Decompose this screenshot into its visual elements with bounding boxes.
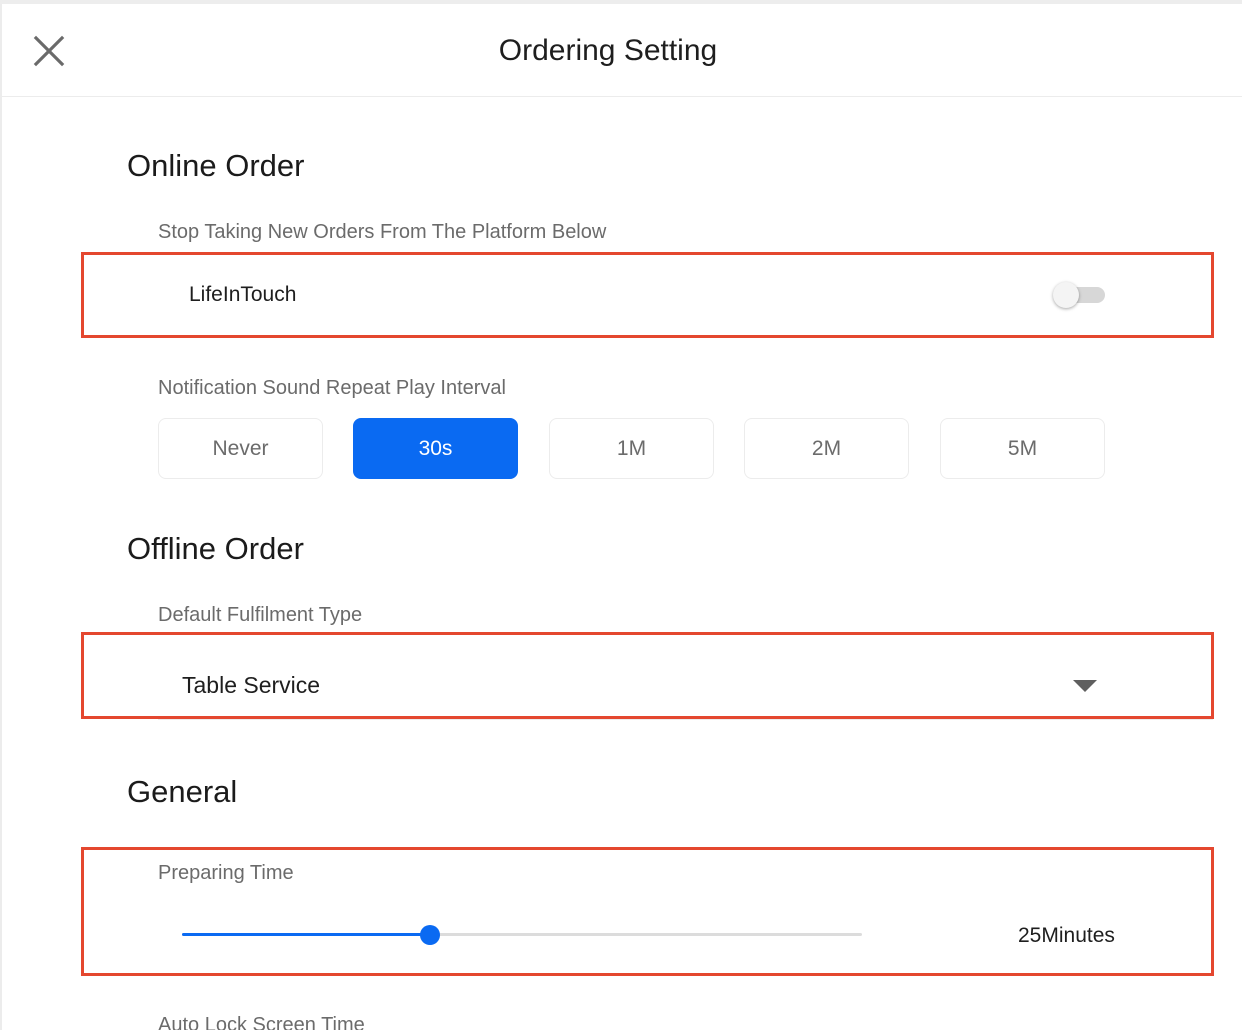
- auto-lock-label: Auto Lock Screen Time: [158, 1014, 365, 1030]
- header-bar: Ordering Setting: [2, 4, 1242, 97]
- toggle-knob: [1053, 282, 1079, 308]
- slider-fill: [182, 933, 430, 936]
- platform-toggle[interactable]: [1053, 282, 1105, 308]
- interval-option-2m[interactable]: 2M: [744, 418, 909, 479]
- platform-name: LifeInTouch: [189, 283, 297, 306]
- preparing-time-label: Preparing Time: [158, 862, 294, 884]
- interval-option-30s[interactable]: 30s: [353, 418, 518, 479]
- left-divider: [0, 4, 2, 1030]
- interval-option-never[interactable]: Never: [158, 418, 323, 479]
- preparing-time-slider[interactable]: [182, 923, 862, 947]
- interval-option-1m[interactable]: 1M: [549, 418, 714, 479]
- section-title-online-order: Online Order: [127, 148, 305, 183]
- interval-option-5m[interactable]: 5M: [940, 418, 1105, 479]
- slider-thumb[interactable]: [420, 925, 440, 945]
- ordering-setting-page: Ordering Setting Online Order Stop Takin…: [0, 0, 1242, 1030]
- page-title: Ordering Setting: [498, 34, 718, 67]
- preparing-time-value: 25Minutes: [1018, 924, 1115, 947]
- interval-label: Notification Sound Repeat Play Interval: [158, 377, 506, 399]
- stop-orders-label: Stop Taking New Orders From The Platform…: [158, 221, 607, 243]
- fulfilment-select-value[interactable]: Table Service: [182, 672, 320, 699]
- dropdown-arrow-icon[interactable]: [1072, 679, 1098, 693]
- section-title-offline-order: Offline Order: [127, 531, 304, 566]
- select-underline: [158, 719, 1213, 720]
- fulfilment-type-label: Default Fulfilment Type: [158, 604, 363, 626]
- section-title-general: General: [127, 774, 238, 809]
